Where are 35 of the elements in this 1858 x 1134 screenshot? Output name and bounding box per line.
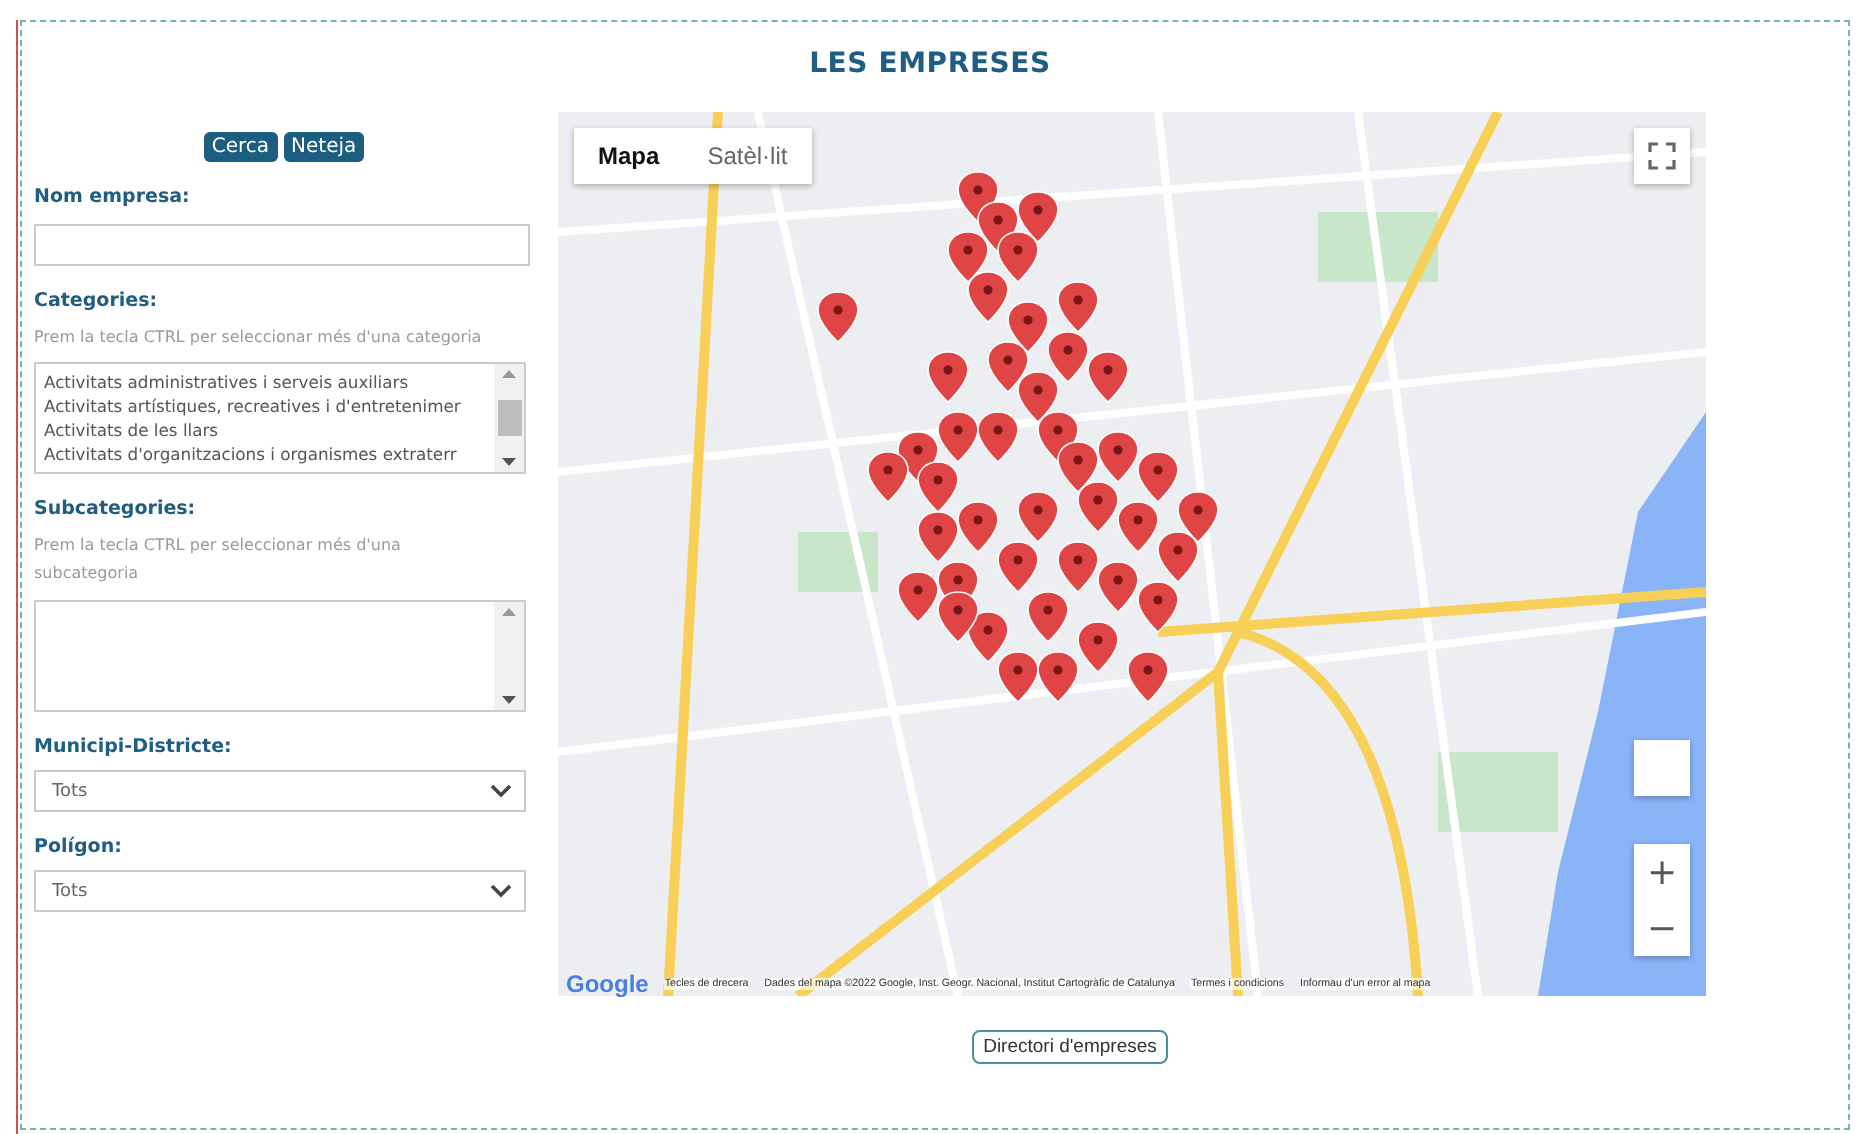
search-button[interactable]: Cerca (203, 132, 278, 162)
fullscreen-icon (1648, 142, 1676, 170)
input-field[interactable] (34, 224, 530, 266)
page-title: LES EMPRESES (807, 48, 1053, 80)
scrollbar-thumb[interactable] (497, 400, 521, 436)
list-option[interactable]: Activitats artístiques, recreatives i d'entretenimer (44, 394, 494, 418)
up-arrow-icon[interactable] (502, 370, 516, 378)
fullscreen-button[interactable] (1634, 128, 1690, 184)
polygon-select[interactable]: Tots (34, 870, 526, 912)
district-select[interactable]: Tots (34, 770, 526, 812)
category-listbox[interactable]: Activitats administratives i serveis auxiliars Activitats artístiques, recreatives i d'entretenimer Activitats de les llars Activitats d'organitzacions i organismes extraterr (34, 362, 526, 474)
up-arrow-icon[interactable] (502, 608, 516, 616)
clear-button[interactable]: Neteja (283, 132, 365, 162)
directory-button[interactable]: Directori d'empreses (971, 1030, 1169, 1064)
down-arrow-icon[interactable] (502, 696, 516, 704)
zoom-out-button[interactable]: − (1634, 900, 1690, 956)
map-type-tab[interactable]: Satèl·lit (683, 128, 812, 184)
map-drawing[interactable] (558, 112, 1706, 996)
hint-text: Prem la tecla CTRL per seleccionar més d'una categoria (34, 326, 484, 350)
field-label: Categories: (34, 290, 160, 312)
map-type-tab[interactable]: Mapa (574, 128, 684, 184)
scrollbar[interactable] (494, 364, 524, 472)
field-label: Polígon: (34, 836, 124, 858)
list-option[interactable]: Activitats administratives i serveis auxiliars (44, 370, 494, 394)
field-label: Subcategories: (34, 498, 198, 520)
down-arrow-icon[interactable] (502, 458, 516, 466)
chevron-icon (490, 884, 512, 898)
hint-text: Prem la tecla CTRL per seleccionar més d'una subcategoria (34, 534, 403, 586)
field-label: Nom empresa: (34, 186, 192, 208)
scrollbar[interactable] (494, 602, 524, 710)
list-option[interactable]: Activitats d'organitzacions i organismes extraterr (44, 442, 494, 466)
field-label: Municipi-Districte: (34, 736, 234, 758)
chevron-icon (490, 784, 512, 798)
zoom-in-button[interactable]: + (1634, 844, 1690, 900)
list-option[interactable]: Activitats de les llars (44, 418, 494, 442)
